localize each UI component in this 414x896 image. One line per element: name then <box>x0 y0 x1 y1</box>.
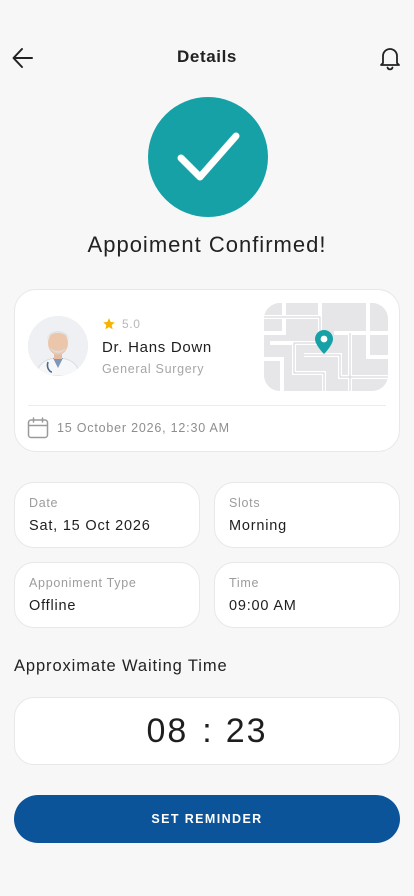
doctor-avatar <box>28 316 88 376</box>
appointment-details-screen: Details Appoiment Confirmed! 5.0 Dr. Han… <box>0 0 414 896</box>
appointment-type-value: Offline <box>29 598 77 614</box>
waiting-time-title: Approximate Waiting Time <box>14 657 228 675</box>
timer-minutes: 08 <box>146 711 189 750</box>
checkmark-icon <box>177 132 240 181</box>
rating: 5.0 <box>102 317 140 331</box>
slots-label: Slots <box>229 496 261 510</box>
card-divider <box>28 405 386 406</box>
appointment-datetime: 15 October 2026, 12:30 AM <box>57 421 230 435</box>
date-tile: Date Sat, 15 Oct 2026 <box>14 482 200 548</box>
time-tile: Time 09:00 AM <box>214 562 400 628</box>
time-label: Time <box>229 576 260 590</box>
location-map[interactable] <box>264 303 388 391</box>
map-pin-icon <box>315 330 333 354</box>
date-value: Sat, 15 Oct 2026 <box>29 518 151 534</box>
star-icon <box>103 318 115 330</box>
waiting-timer: 08 : 23 <box>14 697 400 765</box>
timer-seconds: 23 <box>225 711 268 750</box>
confirmation-badge <box>148 97 268 217</box>
appointment-type-tile: Apponiment Type Offline <box>14 562 200 628</box>
set-reminder-button[interactable]: SET REMINDER <box>14 795 400 843</box>
calendar-icon <box>27 417 49 439</box>
page-title: Details <box>177 47 237 66</box>
doctor-name: Dr. Hans Down <box>102 339 212 356</box>
bell-icon <box>380 48 400 71</box>
slots-value: Morning <box>229 518 287 534</box>
doctor-specialty: General Surgery <box>102 362 205 376</box>
date-label: Date <box>29 496 59 510</box>
confirmation-title: Appoiment Confirmed! <box>87 232 327 257</box>
rating-value: 5.0 <box>122 317 141 331</box>
notification-button[interactable] <box>378 45 402 71</box>
slots-tile: Slots Morning <box>214 482 400 548</box>
appointment-type-label: Apponiment Type <box>29 576 137 590</box>
doctor-card[interactable]: 5.0 Dr. Hans Down General Surgery 15 Oct… <box>14 289 400 452</box>
timer-separator: : <box>202 711 212 750</box>
time-value: 09:00 AM <box>229 598 297 614</box>
doctor-portrait <box>28 316 88 376</box>
